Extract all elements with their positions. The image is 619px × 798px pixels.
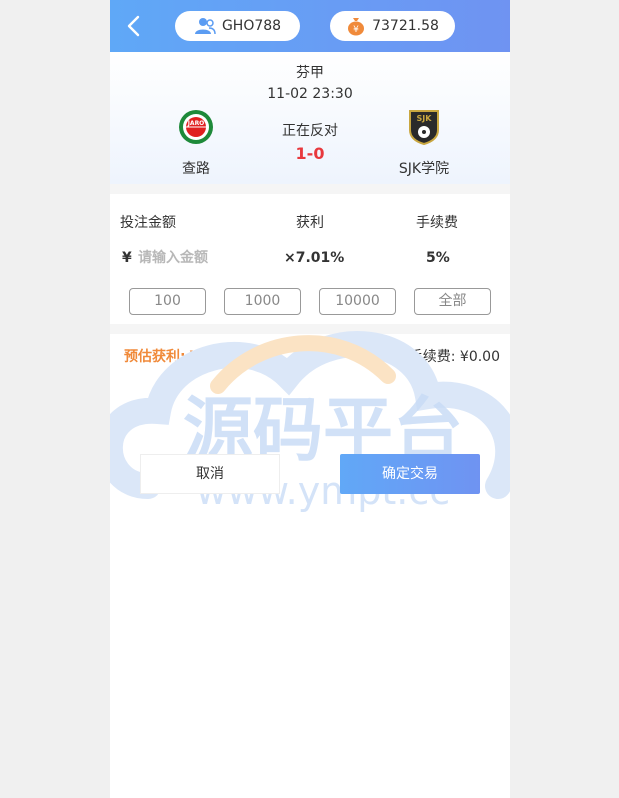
match-time: 11-02 23:30 xyxy=(267,86,353,102)
username-pill[interactable]: GHO788 xyxy=(175,11,300,41)
league-name: 芬甲 xyxy=(296,65,324,81)
away-team-logo-icon: SJK xyxy=(409,110,439,146)
money-bag-icon: ¥ xyxy=(348,18,365,36)
fee-amount-value: ¥0.00 xyxy=(459,349,500,365)
quick-amount-all-button[interactable]: 全部 xyxy=(414,288,491,315)
amount-input[interactable] xyxy=(138,246,268,270)
confirm-trade-button[interactable]: 确定交易 xyxy=(340,454,480,494)
away-logo-text: SJK xyxy=(417,114,433,123)
profit-label: 获利 xyxy=(296,215,324,231)
amount-label: 投注金额 xyxy=(120,215,176,231)
cancel-button[interactable]: 取消 xyxy=(140,454,280,494)
divider xyxy=(110,324,510,334)
fee-rate: 5% xyxy=(426,250,450,266)
quick-amount-1000-button[interactable]: 1000 xyxy=(224,288,301,315)
away-team-name: SJK学院 xyxy=(398,161,450,177)
estimated-profit: 预估获利: ¥0.00 xyxy=(120,346,234,366)
balance-amount: 73721.58 xyxy=(372,18,439,34)
divider xyxy=(110,184,510,194)
fee-amount-label: 手续费: xyxy=(408,349,456,365)
phone-screen: GHO788 ¥ 73721.58 芬甲 11-02 23:30 JARO 查路… xyxy=(110,0,510,798)
away-team: SJK SJK学院 xyxy=(374,108,474,178)
quick-amount-100-button[interactable]: 100 xyxy=(129,288,206,315)
currency-symbol: ¥ xyxy=(122,250,132,266)
back-arrow-icon[interactable] xyxy=(124,14,144,38)
estimated-profit-label: 预估获利: xyxy=(124,349,186,365)
fee-amount: 手续费: ¥0.00 xyxy=(409,346,500,366)
quick-amount-10000-button[interactable]: 10000 xyxy=(319,288,396,315)
home-team: JARO 查路 xyxy=(146,108,246,178)
profit-rate: ×7.01% xyxy=(284,250,345,266)
estimated-profit-value: ¥0.00 xyxy=(189,349,234,365)
user-icon xyxy=(194,18,216,35)
top-bar: GHO788 ¥ 73721.58 xyxy=(110,0,510,52)
balance-pill[interactable]: ¥ 73721.58 xyxy=(330,11,455,41)
fee-label: 手续费 xyxy=(416,215,458,231)
username: GHO788 xyxy=(221,18,282,34)
bet-panel: 投注金额 获利 手续费 ¥ ×7.01% 5% 100 1000 10000 全… xyxy=(110,194,510,324)
match-info: 芬甲 11-02 23:30 JARO 查路 正在反对 1-0 SJK SJK学… xyxy=(110,52,510,184)
money-bag-glyph: ¥ xyxy=(353,25,359,35)
